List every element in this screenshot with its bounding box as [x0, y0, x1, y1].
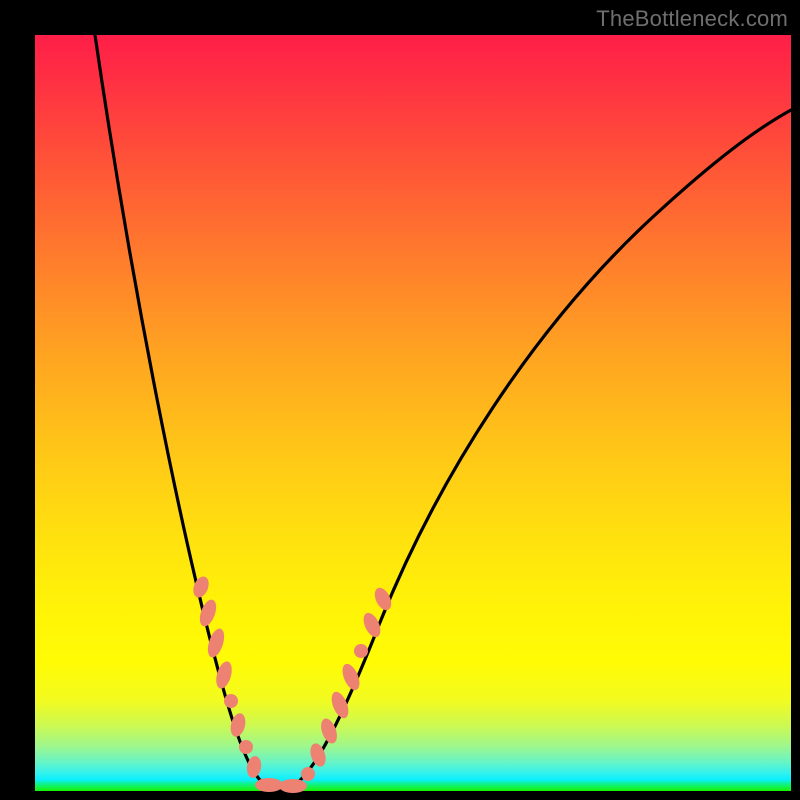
chart-frame: TheBottleneck.com: [0, 0, 800, 800]
dotted-markers: [190, 574, 394, 793]
plot-area: [35, 35, 791, 791]
bottleneck-curve-svg: [35, 35, 791, 791]
watermark-text: TheBottleneck.com: [596, 6, 788, 32]
bottleneck-curve: [95, 35, 791, 791]
